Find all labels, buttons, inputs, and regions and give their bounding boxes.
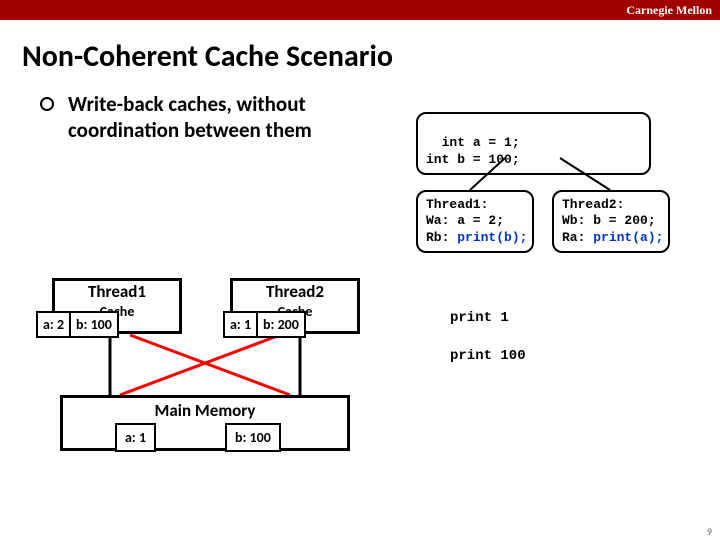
cache2-a: a: 1 (223, 311, 258, 338)
cache1-a: a: 2 (36, 311, 71, 338)
connector-lines (0, 0, 720, 540)
t2-name: Thread2: (562, 197, 624, 212)
memory-title: Main Memory (63, 398, 347, 421)
slide-title: Non-Coherent Cache Scenario (0, 20, 720, 81)
cache2-b: b: 200 (256, 311, 306, 338)
t2-l2a: Ra: (562, 230, 593, 245)
print-output-1: print 1 (450, 310, 509, 326)
shared-code-text: int a = 1; int b = 100; (426, 135, 520, 166)
main-memory-box: Main Memory (60, 395, 350, 451)
bullet-text: Write-back caches, without coordination … (68, 91, 388, 144)
t1-l2b: print(b); (457, 230, 527, 245)
bullet-marker-icon (40, 97, 54, 111)
cache2-cells: a: 1 b: 200 (223, 311, 304, 338)
thread2-code-box: Thread2: Wb: b = 200; Ra: print(a); (552, 190, 670, 253)
page-number: 9 (707, 525, 712, 538)
t2-l2b: print(a); (593, 230, 663, 245)
shared-code-box: int a = 1; int b = 100; (416, 112, 651, 175)
t1-name: Thread1: (426, 197, 488, 212)
cache2-title: Thread2 (233, 281, 357, 302)
cache1-b: b: 100 (69, 311, 119, 338)
cache1-cells: a: 2 b: 100 (36, 311, 117, 338)
print-output-2: print 100 (450, 348, 526, 364)
top-bar: Carnegie Mellon (0, 0, 720, 20)
cache1-title: Thread1 (55, 281, 179, 302)
t2-l1: Wb: b = 200; (562, 213, 656, 228)
memory-a: a: 1 (115, 423, 156, 452)
t1-l1: Wa: a = 2; (426, 213, 504, 228)
memory-b: b: 100 (225, 423, 281, 452)
brand-text: Carnegie Mellon (626, 3, 712, 17)
t1-l2a: Rb: (426, 230, 457, 245)
thread1-code-box: Thread1: Wa: a = 2; Rb: print(b); (416, 190, 534, 253)
